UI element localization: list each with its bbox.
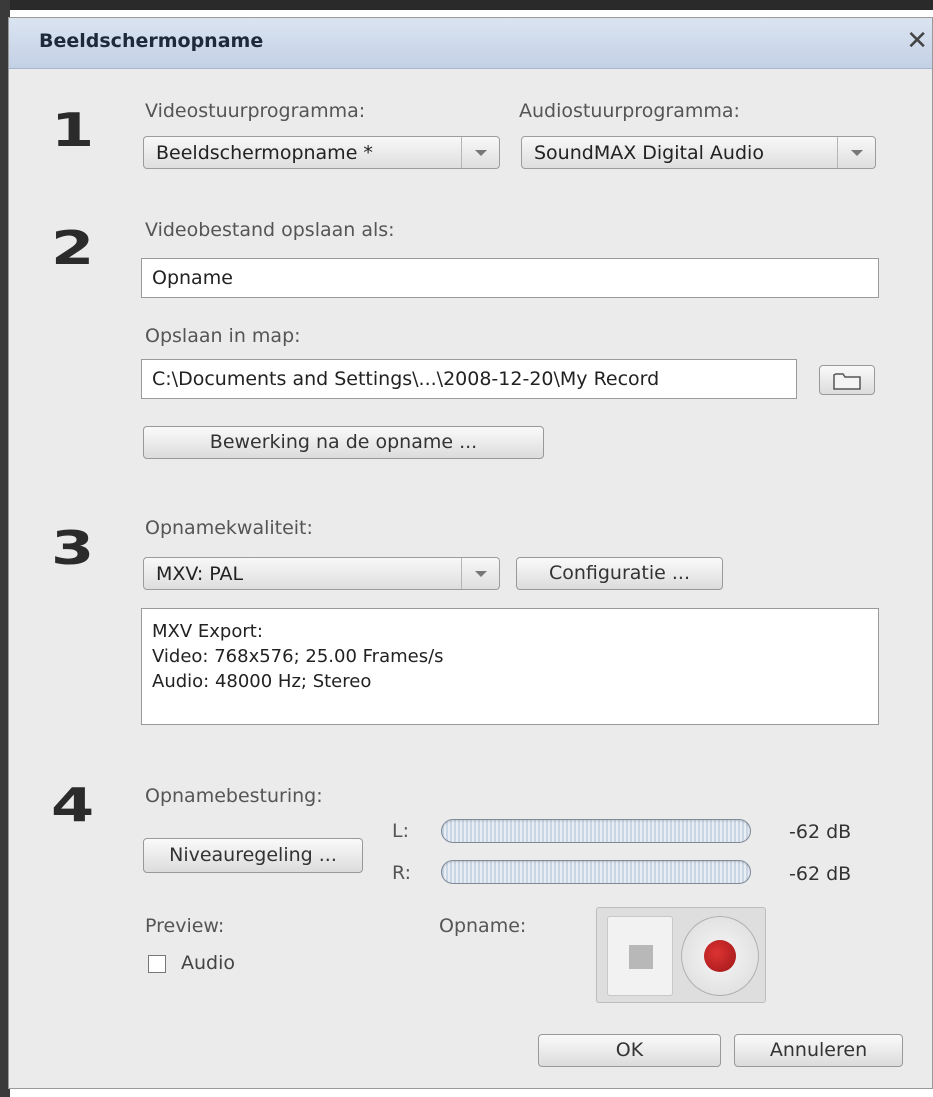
close-icon[interactable]: ✕ — [906, 28, 928, 54]
chevron-down-icon[interactable] — [837, 137, 875, 168]
info-line: Audio: 48000 Hz; Stereo — [152, 671, 372, 692]
left-level-meter — [441, 819, 751, 843]
title-bar: Beeldschermopname ✕ — [9, 18, 932, 69]
folder-icon — [833, 373, 861, 390]
cancel-button[interactable]: Annuleren — [734, 1034, 903, 1067]
video-driver-value: Beeldschermopname * — [156, 142, 373, 164]
info-line: MXV Export: — [152, 621, 263, 642]
record-control-label: Opnamebesturing: — [145, 785, 323, 807]
audio-driver-dropdown[interactable]: SoundMAX Digital Audio — [521, 136, 876, 169]
quality-info-box: MXV Export: Video: 768x576; 25.00 Frames… — [141, 608, 879, 725]
save-as-label: Videobestand opslaan als: — [145, 219, 395, 241]
info-line: Video: 768x576; 25.00 Frames/s — [152, 646, 444, 667]
record-controls — [596, 907, 766, 1003]
preview-label: Preview: — [145, 915, 225, 937]
step-number-1: 1 — [51, 103, 95, 157]
folder-path-input[interactable]: C:\Documents and Settings\...\2008-12-20… — [141, 359, 797, 399]
right-channel-label: R: — [392, 862, 412, 884]
ok-button[interactable]: OK — [538, 1034, 721, 1067]
record-label: Opname: — [439, 915, 527, 937]
video-driver-dropdown[interactable]: Beeldschermopname * — [143, 136, 500, 169]
stop-icon — [629, 945, 653, 969]
filename-input[interactable]: Opname — [141, 258, 879, 298]
audio-preview-checkbox[interactable] — [148, 955, 166, 973]
level-control-button[interactable]: Niveauregeling ... — [143, 838, 363, 873]
chevron-down-icon[interactable] — [461, 558, 499, 589]
video-driver-label: Videostuurprogramma: — [145, 100, 366, 122]
audio-driver-label: Audiostuurprogramma: — [519, 100, 740, 122]
left-db-value: -62 dB — [789, 821, 852, 843]
right-level-meter — [441, 860, 751, 884]
screen-recording-dialog: Beeldschermopname ✕ 1 2 3 4 Videostuurpr… — [8, 17, 933, 1089]
background-strip — [0, 0, 933, 10]
right-db-value: -62 dB — [789, 863, 852, 885]
chevron-down-icon[interactable] — [461, 137, 499, 168]
step-number-2: 2 — [51, 221, 95, 275]
quality-dropdown[interactable]: MXV: PAL — [143, 557, 500, 590]
audio-checkbox-label: Audio — [181, 952, 236, 974]
record-button[interactable] — [681, 916, 759, 996]
record-icon — [704, 940, 736, 972]
stop-button[interactable] — [607, 916, 673, 996]
dialog-title: Beeldschermopname — [39, 30, 264, 52]
folder-label: Opslaan in map: — [145, 325, 301, 347]
browse-folder-button[interactable] — [819, 365, 875, 395]
step-number-4: 4 — [51, 778, 95, 832]
audio-driver-value: SoundMAX Digital Audio — [534, 142, 764, 164]
post-recording-edit-button[interactable]: Bewerking na de opname ... — [143, 426, 544, 459]
step-number-3: 3 — [51, 521, 95, 575]
left-channel-label: L: — [392, 820, 409, 842]
quality-value: MXV: PAL — [156, 563, 244, 585]
quality-label: Opnamekwaliteit: — [145, 517, 313, 539]
configuration-button[interactable]: Configuratie ... — [516, 557, 723, 590]
